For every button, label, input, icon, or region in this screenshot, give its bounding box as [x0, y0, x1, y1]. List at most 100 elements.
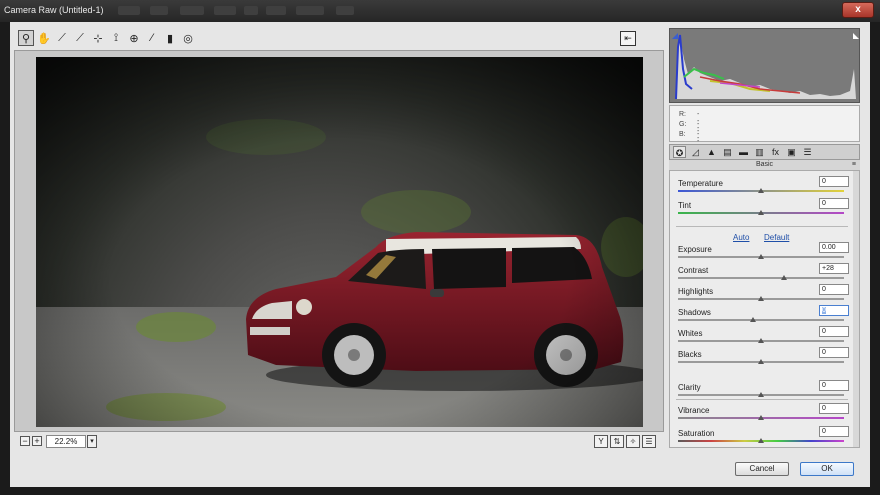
- saturation-value-field[interactable]: 0: [819, 426, 849, 437]
- contrast-value-field[interactable]: +28: [819, 263, 849, 274]
- clarity-value: 0: [822, 382, 826, 389]
- cancel-button[interactable]: Cancel: [735, 462, 789, 476]
- background-menu-ghost: [336, 6, 354, 15]
- tab-camera-calibration-icon[interactable]: ▣: [785, 146, 798, 158]
- zoom-in-icon: +: [34, 436, 40, 446]
- toggle-fullscreen-button[interactable]: ⇤: [620, 31, 636, 46]
- default-link[interactable]: Default: [764, 233, 789, 242]
- shadow-clipping-warning-icon[interactable]: [672, 33, 678, 39]
- panel-menu-icon[interactable]: ≡: [852, 160, 856, 170]
- clarity-slider-thumb[interactable]: [758, 392, 764, 397]
- contrast-slider-thumb[interactable]: [781, 275, 788, 280]
- preview-area: [14, 50, 664, 432]
- radial-filter-button[interactable]: ◎: [180, 30, 196, 46]
- image-preview[interactable]: [36, 57, 643, 427]
- tab-effects-icon[interactable]: fx: [769, 146, 782, 158]
- highlights-slider-thumb[interactable]: [758, 296, 764, 301]
- preview-photo: [36, 57, 643, 427]
- shadows-value-field[interactable]: 0: [819, 305, 849, 316]
- before-after-swap-button[interactable]: ⇅: [610, 435, 624, 448]
- preferences-button[interactable]: ☰: [642, 435, 656, 448]
- adjustment-brush-icon: ⁄: [151, 32, 153, 44]
- chevron-down-icon: ▾: [90, 438, 94, 445]
- vibrance-control: Vibrance 0: [678, 403, 849, 426]
- vibrance-label: Vibrance: [678, 406, 710, 415]
- ok-button[interactable]: OK: [800, 462, 854, 476]
- saturation-slider-thumb[interactable]: [758, 438, 764, 443]
- radial-filter-icon: ◎: [183, 32, 193, 45]
- tint-label: Tint: [678, 201, 692, 210]
- exposure-value-field[interactable]: 0.00: [819, 242, 849, 253]
- clarity-control: Clarity 0: [678, 380, 849, 403]
- close-button[interactable]: x: [842, 2, 874, 18]
- saturation-label: Saturation: [678, 429, 715, 438]
- shadows-control: Shadows 0: [678, 305, 849, 328]
- background-menu-ghost: [180, 6, 204, 15]
- color-sampler-tool-icon: ⟋: [76, 31, 84, 44]
- vibrance-slider-thumb[interactable]: [758, 415, 764, 420]
- blacks-slider-thumb[interactable]: [758, 359, 764, 364]
- whites-value-field[interactable]: 0: [819, 326, 849, 337]
- zoom-level-field[interactable]: 22.2%: [46, 435, 86, 448]
- highlights-control: Highlights 0: [678, 284, 849, 307]
- whites-slider-thumb[interactable]: [758, 338, 764, 343]
- saturation-value: 0: [822, 428, 826, 435]
- tab-basic-icon[interactable]: ✪: [673, 146, 686, 158]
- clarity-label: Clarity: [678, 383, 701, 392]
- shadows-slider-thumb[interactable]: [749, 317, 756, 322]
- straighten-tool-button[interactable]: ⟟: [108, 30, 124, 46]
- blacks-label: Blacks: [678, 350, 702, 359]
- before-after-copy-button[interactable]: ✧: [626, 435, 640, 448]
- basic-controls: Auto Default Temperature 0 Tint 0 Exposure 0.…: [669, 170, 860, 448]
- tab-detail-icon[interactable]: ▲: [705, 146, 718, 158]
- targeted-adjustment-tool-button[interactable]: ⊹: [90, 30, 106, 46]
- red-eye-removal-tool-icon: ⊕: [129, 32, 139, 45]
- basic-panel-header: Basic ≡: [669, 160, 860, 170]
- tab-hsl-icon[interactable]: ▤: [721, 146, 734, 158]
- contrast-slider-track[interactable]: [678, 277, 844, 279]
- rgb-readout: R:--- G:--- B:---: [669, 105, 860, 152]
- graduated-filter-button[interactable]: ▮: [162, 30, 178, 46]
- camera-raw-dialog: ⚲ ✋ ⟋ ⟋ ⊹ ⟟ ⊕ ⁄ ▮ ◎ ⇤ − + 22.2% ▾ Y ⇅ ✧ …: [10, 22, 870, 487]
- tab-presets-icon[interactable]: ☰: [801, 146, 814, 158]
- zoom-out-button[interactable]: −: [20, 436, 30, 446]
- shadows-slider-track[interactable]: [678, 319, 844, 321]
- hand-tool-button[interactable]: ✋: [36, 30, 52, 46]
- tint-slider-thumb[interactable]: [758, 210, 764, 215]
- tint-value-field[interactable]: 0: [819, 198, 849, 209]
- zoom-in-button[interactable]: +: [32, 436, 42, 446]
- blacks-value: 0: [822, 349, 826, 356]
- panel-scrollbar[interactable]: [853, 171, 859, 447]
- exposure-value: 0.00: [822, 244, 836, 251]
- background-menu-ghost: [150, 6, 168, 15]
- zoom-tool-button[interactable]: ⚲: [18, 30, 34, 46]
- highlights-value: 0: [822, 286, 826, 293]
- before-after-y-button[interactable]: Y: [594, 435, 608, 448]
- fullscreen-toggle-icon: ⇤: [624, 33, 632, 43]
- zoom-dropdown-button[interactable]: ▾: [87, 435, 97, 448]
- preferences-icon: ☰: [645, 437, 653, 446]
- highlights-value-field[interactable]: 0: [819, 284, 849, 295]
- targeted-adjustment-tool-icon: ⊹: [93, 32, 103, 45]
- vibrance-value-field[interactable]: 0: [819, 403, 849, 414]
- white-balance-tool-button[interactable]: ⟋: [54, 30, 70, 46]
- red-eye-removal-tool-button[interactable]: ⊕: [126, 30, 142, 46]
- before-after-copy-icon: ✧: [629, 437, 637, 446]
- before-after-swap-icon: ⇅: [613, 437, 621, 446]
- temperature-control: Temperature 0: [678, 176, 849, 199]
- shadows-value: 0: [822, 307, 826, 314]
- clarity-value-field[interactable]: 0: [819, 380, 849, 391]
- tab-tone-curve-icon[interactable]: ◿: [689, 146, 702, 158]
- exposure-slider-thumb[interactable]: [758, 254, 764, 259]
- temperature-value-field[interactable]: 0: [819, 176, 849, 187]
- blacks-value-field[interactable]: 0: [819, 347, 849, 358]
- highlight-clipping-warning-icon[interactable]: [853, 33, 859, 39]
- color-sampler-tool-button[interactable]: ⟋: [72, 30, 88, 46]
- adjustment-brush-button[interactable]: ⁄: [144, 30, 160, 46]
- auto-link[interactable]: Auto: [733, 233, 749, 242]
- temperature-slider-thumb[interactable]: [758, 188, 764, 193]
- background-menu-ghost: [118, 6, 140, 15]
- r-readout: R: ---: [679, 111, 700, 132]
- tab-lens-corrections-icon[interactable]: ▥: [753, 146, 766, 158]
- tab-split-toning-icon[interactable]: ▬: [737, 146, 750, 158]
